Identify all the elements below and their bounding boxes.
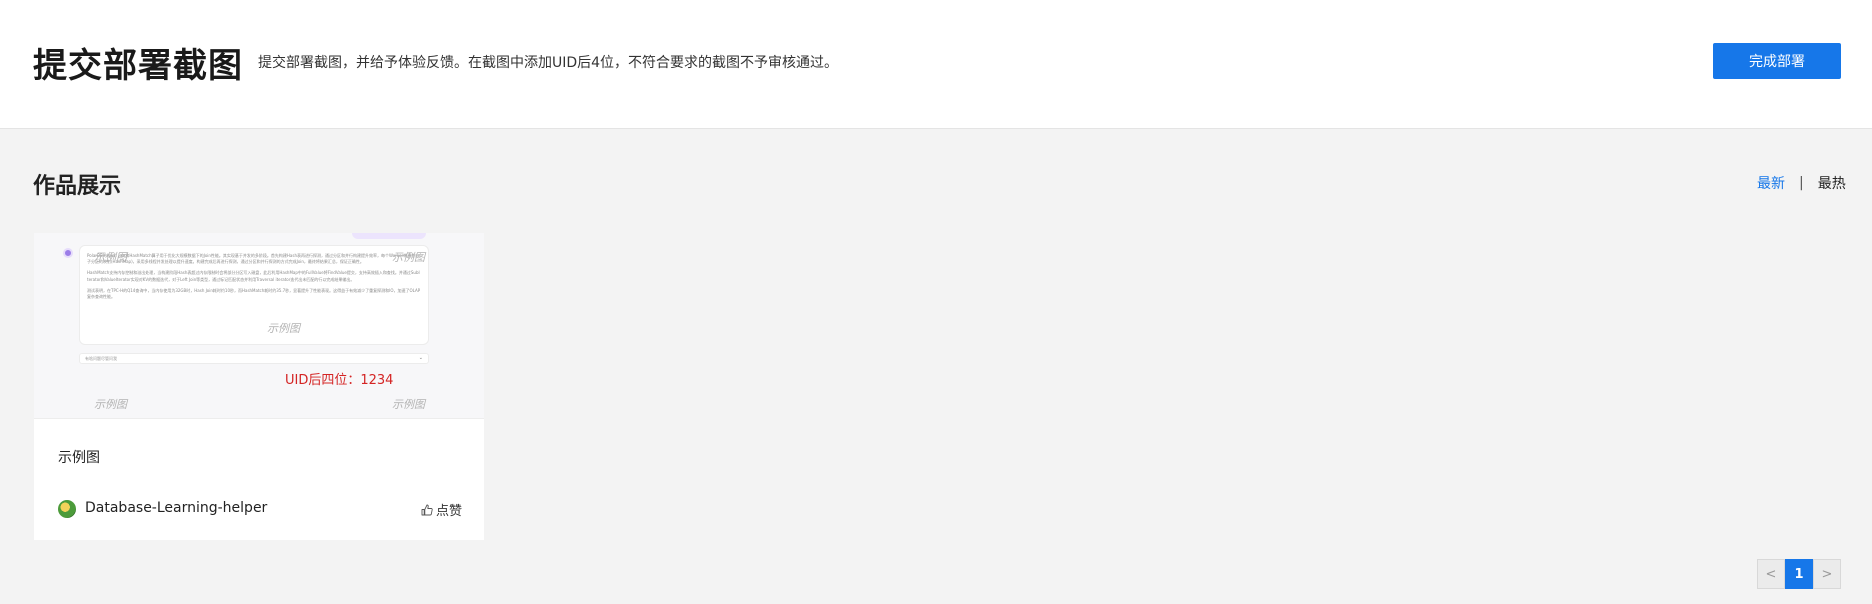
sort-hot-link[interactable]: 最热 bbox=[1818, 173, 1846, 193]
next-page-button[interactable]: > bbox=[1813, 559, 1841, 589]
watermark: 示例图 bbox=[94, 398, 127, 411]
page-description: 提交部署截图，并给予体验反馈。在截图中添加UID后4位，不符合要求的截图不予审核… bbox=[258, 55, 839, 71]
sort-divider: | bbox=[1799, 175, 1804, 191]
watermark: 示例图 bbox=[94, 251, 127, 264]
card-name: 示例图 bbox=[58, 450, 100, 466]
author-name[interactable]: Database-Learning-helper bbox=[85, 500, 267, 516]
thumbnail-divider bbox=[34, 418, 484, 419]
thumb-up-icon bbox=[421, 504, 433, 515]
watermark: 示例图 bbox=[392, 251, 425, 264]
thumbnail-input-placeholder: 有啥问题尽管问我 bbox=[85, 356, 117, 361]
thumbnail-paragraph: PolarDB的Hash Join和HashMatch算子用于优化大规模数据下的… bbox=[87, 253, 420, 265]
work-card[interactable]: PolarDB的Hash Join和HashMatch算子用于优化大规模数据下的… bbox=[34, 233, 484, 540]
uid-label: UID后四位：1234 bbox=[285, 373, 394, 388]
page-header: 提交部署截图 提交部署截图，并给予体验反馈。在截图中添加UID后4位，不符合要求… bbox=[0, 0, 1872, 129]
thumbnail-chat-bubble: PolarDB的Hash Join和HashMatch算子用于优化大规模数据下的… bbox=[79, 245, 429, 345]
thumbnail-chat-input: 有啥问题尽管问我 ⌄ bbox=[79, 353, 429, 364]
page-title: 提交部署截图 bbox=[33, 46, 243, 86]
author-avatar bbox=[58, 500, 76, 518]
pagination: < 1 > bbox=[1757, 559, 1841, 589]
thumbnail-paragraph: HashMatch支持内存控制和溢出处理，当构建阶段Hash表超过内存限制时会将… bbox=[87, 270, 420, 282]
page-1-button[interactable]: 1 bbox=[1785, 559, 1813, 589]
watermark: 示例图 bbox=[392, 398, 425, 411]
complete-deployment-button[interactable]: 完成部署 bbox=[1713, 43, 1841, 79]
thumbnail-paragraph: 测试表明，在TPC-H的Q14查询中，当内存使用为32GB时，Hash Join… bbox=[87, 287, 421, 300]
card-thumbnail[interactable]: PolarDB的Hash Join和HashMatch算子用于优化大规模数据下的… bbox=[34, 233, 484, 419]
sort-latest-link[interactable]: 最新 bbox=[1757, 173, 1785, 193]
prev-page-button[interactable]: < bbox=[1757, 559, 1785, 589]
assistant-dot-icon bbox=[63, 248, 73, 258]
sort-options: 最新 | 最热 bbox=[1757, 173, 1846, 193]
card-footer: Database-Learning-helper 点赞 bbox=[58, 499, 462, 519]
thumbnail-user-bubble bbox=[352, 233, 426, 239]
watermark: 示例图 bbox=[267, 322, 300, 335]
like-label: 点赞 bbox=[435, 504, 462, 519]
like-button[interactable]: 点赞 bbox=[421, 500, 462, 519]
gallery-title: 作品展示 bbox=[33, 174, 122, 199]
chevron-down-icon: ⌄ bbox=[418, 355, 423, 361]
